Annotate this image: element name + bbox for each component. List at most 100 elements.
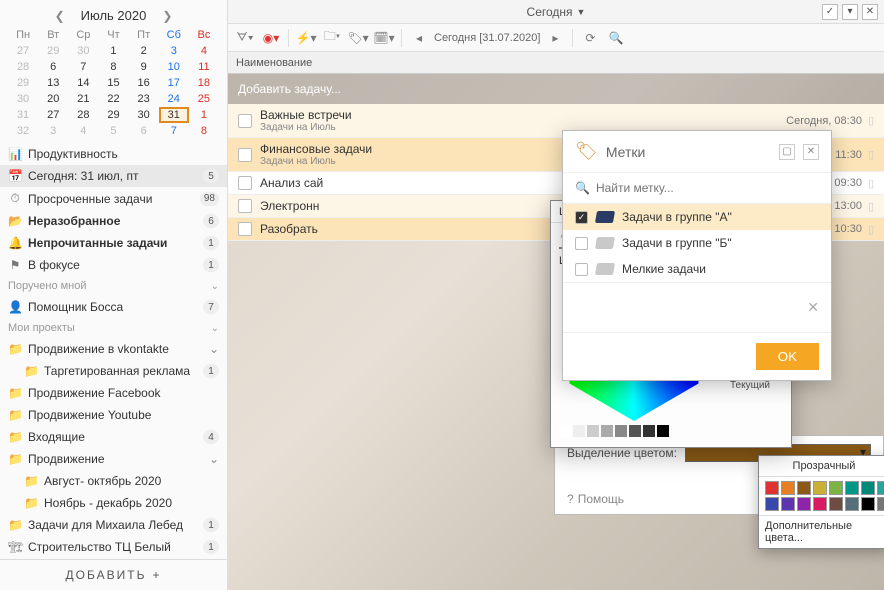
nav-item[interactable]: 🏗Строительство ТЦ Белый1 [0, 536, 227, 558]
cal-day[interactable]: 27 [8, 43, 38, 59]
checkbox[interactable] [238, 148, 252, 162]
checkbox[interactable] [238, 222, 252, 236]
cal-day[interactable]: 15 [98, 75, 128, 91]
ok-button[interactable]: OK [756, 343, 819, 370]
cal-day[interactable]: 30 [68, 43, 98, 59]
cal-day[interactable]: 24 [159, 91, 189, 107]
label-row[interactable]: ✓Задачи в группе "А" [563, 204, 831, 230]
palette-swatch[interactable] [797, 497, 811, 511]
nav-item[interactable]: 📁Таргетированная реклама1 [0, 360, 227, 382]
grayscale-row[interactable] [559, 425, 709, 437]
palette-swatch[interactable] [781, 481, 795, 495]
user-icon[interactable]: ◉▾ [260, 28, 282, 48]
checkbox[interactable] [238, 176, 252, 190]
palette-swatch[interactable] [877, 497, 884, 511]
palette-swatch[interactable] [845, 481, 859, 495]
flag-icon[interactable]: ▯ [868, 114, 874, 127]
label-row[interactable]: Задачи в группе "Б" [563, 230, 831, 256]
cal-day[interactable]: 29 [38, 43, 68, 59]
tag-icon[interactable]: 🏷▾ [347, 28, 369, 48]
nav-item[interactable]: 📁Продвижение⌄ [0, 448, 227, 470]
flag-icon[interactable]: ▯ [868, 177, 874, 190]
palette-swatch[interactable] [845, 497, 859, 511]
bolt-icon[interactable]: ⚡▾ [295, 28, 317, 48]
cal-day[interactable]: 3 [159, 43, 189, 59]
check-icon[interactable]: ✓ [822, 4, 838, 20]
cal-day[interactable]: 11 [189, 59, 219, 75]
cal-day[interactable]: 9 [129, 59, 159, 75]
flag-icon[interactable]: ▯ [868, 200, 874, 213]
cal-day[interactable]: 4 [189, 43, 219, 59]
cal-day[interactable]: 31 [8, 107, 38, 123]
cal-day[interactable]: 6 [38, 59, 68, 75]
nav-item[interactable]: 🔔Непрочитанные задачи1 [0, 232, 227, 254]
filter-icon[interactable]: ᗊ▾ [234, 28, 256, 48]
cal-day[interactable]: 17 [159, 75, 189, 91]
cal-day[interactable]: 22 [98, 91, 128, 107]
close-icon[interactable]: ✕ [862, 4, 878, 20]
palette-swatch[interactable] [829, 481, 843, 495]
nav-item[interactable]: 📁Продвижение Youtube [0, 404, 227, 426]
cal-day[interactable]: 1 [98, 43, 128, 59]
maximize-icon[interactable]: ▢ [779, 144, 795, 160]
cal-day[interactable]: 2 [129, 43, 159, 59]
search-icon[interactable]: 🔍 [605, 28, 627, 48]
cal-day[interactable]: 18 [189, 75, 219, 91]
cal-day[interactable]: 31 [159, 107, 189, 123]
today-nav-prev[interactable]: ◂ [408, 28, 430, 48]
cal-day[interactable]: 29 [98, 107, 128, 123]
checkbox[interactable] [575, 237, 588, 250]
palette-swatch[interactable] [765, 481, 779, 495]
folder-icon[interactable]: 🗀▾ [321, 28, 343, 48]
nav-item[interactable]: 📁Ноябрь - декабрь 2020 [0, 492, 227, 514]
palette-swatch[interactable] [861, 481, 875, 495]
today-nav-next[interactable]: ▸ [544, 28, 566, 48]
palette-swatch[interactable] [813, 481, 827, 495]
transparent-option[interactable]: Прозрачный [759, 456, 884, 477]
palette-swatch[interactable] [877, 481, 884, 495]
palette-swatch[interactable] [765, 497, 779, 511]
checkbox[interactable] [238, 199, 252, 213]
checkbox[interactable]: ✓ [575, 211, 588, 224]
nav-item[interactable]: 📂Неразобранное6 [0, 210, 227, 232]
refresh-icon[interactable]: ⟳ [579, 28, 601, 48]
nav-item[interactable]: ⏱Просроченные задачи98 [0, 187, 227, 210]
calendar-icon[interactable]: 🗓▾ [373, 28, 395, 48]
cal-day[interactable]: 7 [68, 59, 98, 75]
more-colors[interactable]: Дополнительные цвета... [759, 515, 884, 548]
palette-swatch[interactable] [797, 481, 811, 495]
cal-day[interactable]: 14 [68, 75, 98, 91]
cal-day[interactable]: 5 [98, 123, 128, 139]
view-title[interactable]: Сегодня [527, 5, 573, 19]
nav-item[interactable]: 📁Август- октябрь 2020 [0, 470, 227, 492]
cal-day[interactable]: 16 [129, 75, 159, 91]
today-button[interactable]: Сегодня [31.07.2020] [434, 32, 540, 44]
checkbox[interactable] [575, 263, 588, 276]
cal-day[interactable]: 8 [98, 59, 128, 75]
add-task-input[interactable]: Добавить задачу... [228, 74, 884, 104]
cal-day[interactable]: 13 [38, 75, 68, 91]
cal-day[interactable]: 30 [129, 107, 159, 123]
close-icon[interactable]: ✕ [803, 144, 819, 160]
cal-day[interactable]: 25 [189, 91, 219, 107]
cal-day[interactable]: 29 [8, 75, 38, 91]
cal-day[interactable]: 1 [189, 107, 219, 123]
cal-day[interactable]: 6 [129, 123, 159, 139]
cal-day[interactable]: 20 [38, 91, 68, 107]
nav-item[interactable]: ⚑В фокусе1 [0, 254, 227, 276]
flag-icon[interactable]: ▯ [868, 223, 874, 236]
cal-day[interactable]: 7 [159, 123, 189, 139]
cal-day[interactable]: 30 [8, 91, 38, 107]
add-button[interactable]: ДОБАВИТЬ+ [0, 559, 227, 590]
cal-day[interactable]: 27 [38, 107, 68, 123]
cal-day[interactable]: 28 [8, 59, 38, 75]
clear-icon[interactable]: ✕ [807, 299, 819, 316]
flag-icon[interactable]: ▯ [868, 148, 874, 161]
cal-day[interactable]: 10 [159, 59, 189, 75]
nav-item[interactable]: 📊Продуктивность [0, 143, 227, 165]
cal-day[interactable]: 21 [68, 91, 98, 107]
label-search-input[interactable] [596, 181, 819, 195]
cal-next-icon[interactable]: ❯ [154, 9, 180, 23]
palette-swatch[interactable] [829, 497, 843, 511]
caret-icon[interactable]: ▾ [842, 4, 858, 20]
